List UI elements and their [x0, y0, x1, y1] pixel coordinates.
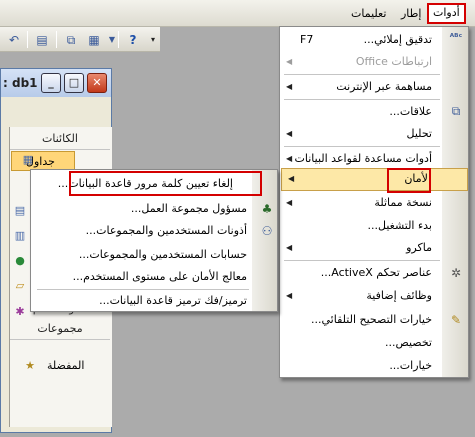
menu-separator: [284, 146, 440, 147]
menu-tools[interactable]: أدوات: [427, 3, 466, 24]
maximize-icon[interactable]: □: [64, 73, 84, 93]
menu-item-label: علاقات...: [389, 105, 432, 118]
database-window-title: : db1: [3, 76, 38, 90]
submenu-arrow-icon: ◀: [286, 82, 293, 91]
menu-item-label: حسابات المستخدمين والمجموعات...: [78, 248, 247, 261]
activex-icon: ✲: [450, 266, 462, 280]
toolbar-separator: [118, 31, 119, 48]
menu-item-label: بدء التشغيل...: [367, 219, 433, 232]
groups-divider: [10, 339, 110, 340]
submenu-arrow-icon: ◀: [286, 198, 293, 207]
minimize-icon[interactable]: _: [41, 73, 61, 93]
menu-item-label: عناصر تحكم ActiveX...: [320, 266, 432, 279]
menu-item-office-links[interactable]: ارتباطات Office ◀: [280, 51, 444, 73]
menu-item-startup[interactable]: بدء التشغيل...: [280, 215, 444, 237]
security-highlight-box: [387, 168, 431, 193]
menu-item-label: نسخة مماثلة: [374, 196, 432, 209]
database-window-titlebar: : db1 _ □ ✕: [1, 69, 111, 97]
groups-header: مجموعات: [37, 322, 83, 335]
help-icon[interactable]: ?: [125, 32, 141, 48]
query-icon[interactable]: ▤: [13, 204, 27, 218]
menu-item-activex-controls[interactable]: عناصر تحكم ActiveX...: [280, 262, 444, 284]
toolbar-separator: [56, 31, 57, 48]
menu-item-label: تدقيق إملائي...: [363, 33, 432, 46]
menu-item-relationships[interactable]: علاقات...: [280, 101, 444, 123]
toolbar: ↶ ▤ ⧉ ▦ ▼ ? ▾: [0, 27, 160, 52]
page-icon[interactable]: ▱: [13, 279, 27, 293]
menu-item-label: ماكرو: [406, 241, 432, 254]
toolbar-separator: [27, 31, 28, 48]
favorites-icon: ★: [25, 359, 35, 372]
submenu-arrow-icon: ◀: [286, 129, 293, 138]
menu-separator: [284, 74, 440, 75]
report-icon[interactable]: ●: [13, 254, 27, 268]
undo-icon[interactable]: ↶: [6, 32, 22, 48]
menu-item-database-utilities[interactable]: أدوات مساعدة لقواعد البيانات ◀: [280, 148, 444, 170]
menu-item-workgroup-administrator[interactable]: مسؤول مجموعة العمل...: [31, 197, 253, 221]
menu-item-customize[interactable]: تخصيص...: [280, 332, 444, 354]
menu-item-label: مسؤول مجموعة العمل...: [130, 202, 247, 215]
submenu-arrow-icon: ◀: [286, 243, 293, 252]
menu-item-encode-decode-database[interactable]: ترميز/فك ترميز قاعدة البيانات...: [31, 289, 253, 313]
menu-item-label: أذونات المستخدمين والمجموعات...: [85, 224, 247, 237]
menu-item-label: ترميز/فك ترميز قاعدة البيانات...: [99, 294, 247, 307]
menu-separator: [284, 260, 440, 261]
menu-item-user-group-accounts[interactable]: حسابات المستخدمين والمجموعات...: [31, 243, 253, 267]
favorites-label[interactable]: المفضلة: [47, 359, 84, 372]
menu-item-user-level-security-wizard[interactable]: معالج الأمان على مستوى المستخدم...: [31, 265, 253, 289]
permissions-icon: ⚇: [261, 224, 273, 238]
submenu-arrow-icon: ◀: [286, 291, 293, 300]
menu-item-macro[interactable]: ماكرو ◀: [280, 237, 444, 259]
shortcut-label: F7: [300, 33, 314, 46]
properties-icon[interactable]: ▤: [34, 32, 50, 48]
close-icon[interactable]: ✕: [87, 73, 107, 93]
menu-help[interactable]: تعليمات: [347, 5, 390, 24]
menu-item-label: ارتباطات Office: [355, 55, 432, 68]
menu-separator: [284, 99, 440, 100]
menu-item-label: تحليل: [406, 127, 432, 140]
menu-item-user-group-permissions[interactable]: أذونات المستخدمين والمجموعات...: [31, 219, 253, 243]
submenu-arrow-icon: ◀: [286, 57, 293, 66]
spellcheck-icon: ᴬᴮᶜ: [449, 33, 463, 43]
submenu-arrow-icon: ◀: [286, 154, 293, 163]
relationships-icon: ⧉: [451, 104, 461, 118]
menu-item-security[interactable]: الأمان ◀: [281, 168, 468, 191]
menu-item-label: أدوات مساعدة لقواعد البيانات: [294, 152, 432, 165]
menu-item-label: خيارات التصحيح التلقائي...: [311, 313, 432, 326]
menu-item-spelling[interactable]: تدقيق إملائي... F7: [280, 29, 444, 51]
menu-item-label: وظائف إضافية: [366, 289, 432, 302]
security-submenu: إلغاء تعيين كلمة مرور قاعدة البيانات... …: [30, 169, 278, 312]
objects-header: الكائنات: [42, 132, 78, 145]
menu-item-options[interactable]: خيارات...: [280, 355, 444, 377]
toolbar-options-icon[interactable]: ▾: [145, 32, 161, 48]
menu-item-label: تخصيص...: [385, 336, 432, 349]
menu-item-online-collaboration[interactable]: مساهمة عبر الإنترنت ◀: [280, 76, 444, 98]
relationships-icon[interactable]: ⧉: [63, 32, 79, 48]
tools-menu: تدقيق إملائي... F7 ᴬᴮᶜ ارتباطات Office ◀…: [279, 26, 469, 378]
menu-item-label: خيارات...: [389, 359, 432, 372]
module-icon[interactable]: ✱: [13, 305, 27, 319]
menu-item-add-ins[interactable]: وظائف إضافية ◀: [280, 285, 444, 307]
menu-bar: أدوات إطار تعليمات: [0, 0, 475, 27]
menu-item-replication[interactable]: نسخة مماثلة ◀: [280, 192, 444, 214]
form-icon[interactable]: ▥: [13, 229, 27, 243]
workgroup-icon: ♣: [261, 202, 273, 216]
menu-window[interactable]: إطار: [397, 5, 425, 24]
menu-item-label: معالج الأمان على مستوى المستخدم...: [72, 270, 247, 283]
table-icon: ▦: [22, 153, 34, 166]
menu-item-analyze[interactable]: تحليل ◀: [280, 123, 444, 145]
menu-item-label: مساهمة عبر الإنترنت: [336, 80, 432, 93]
menu-item-autocorrect[interactable]: خيارات التصحيح التلقائي...: [280, 309, 444, 331]
objects-divider: [10, 149, 110, 150]
new-object-icon[interactable]: ▦: [86, 32, 102, 48]
submenu-arrow-icon: ◀: [288, 174, 295, 183]
autocorrect-icon: ✎: [450, 313, 462, 327]
unset-password-highlight-box: [69, 171, 262, 196]
